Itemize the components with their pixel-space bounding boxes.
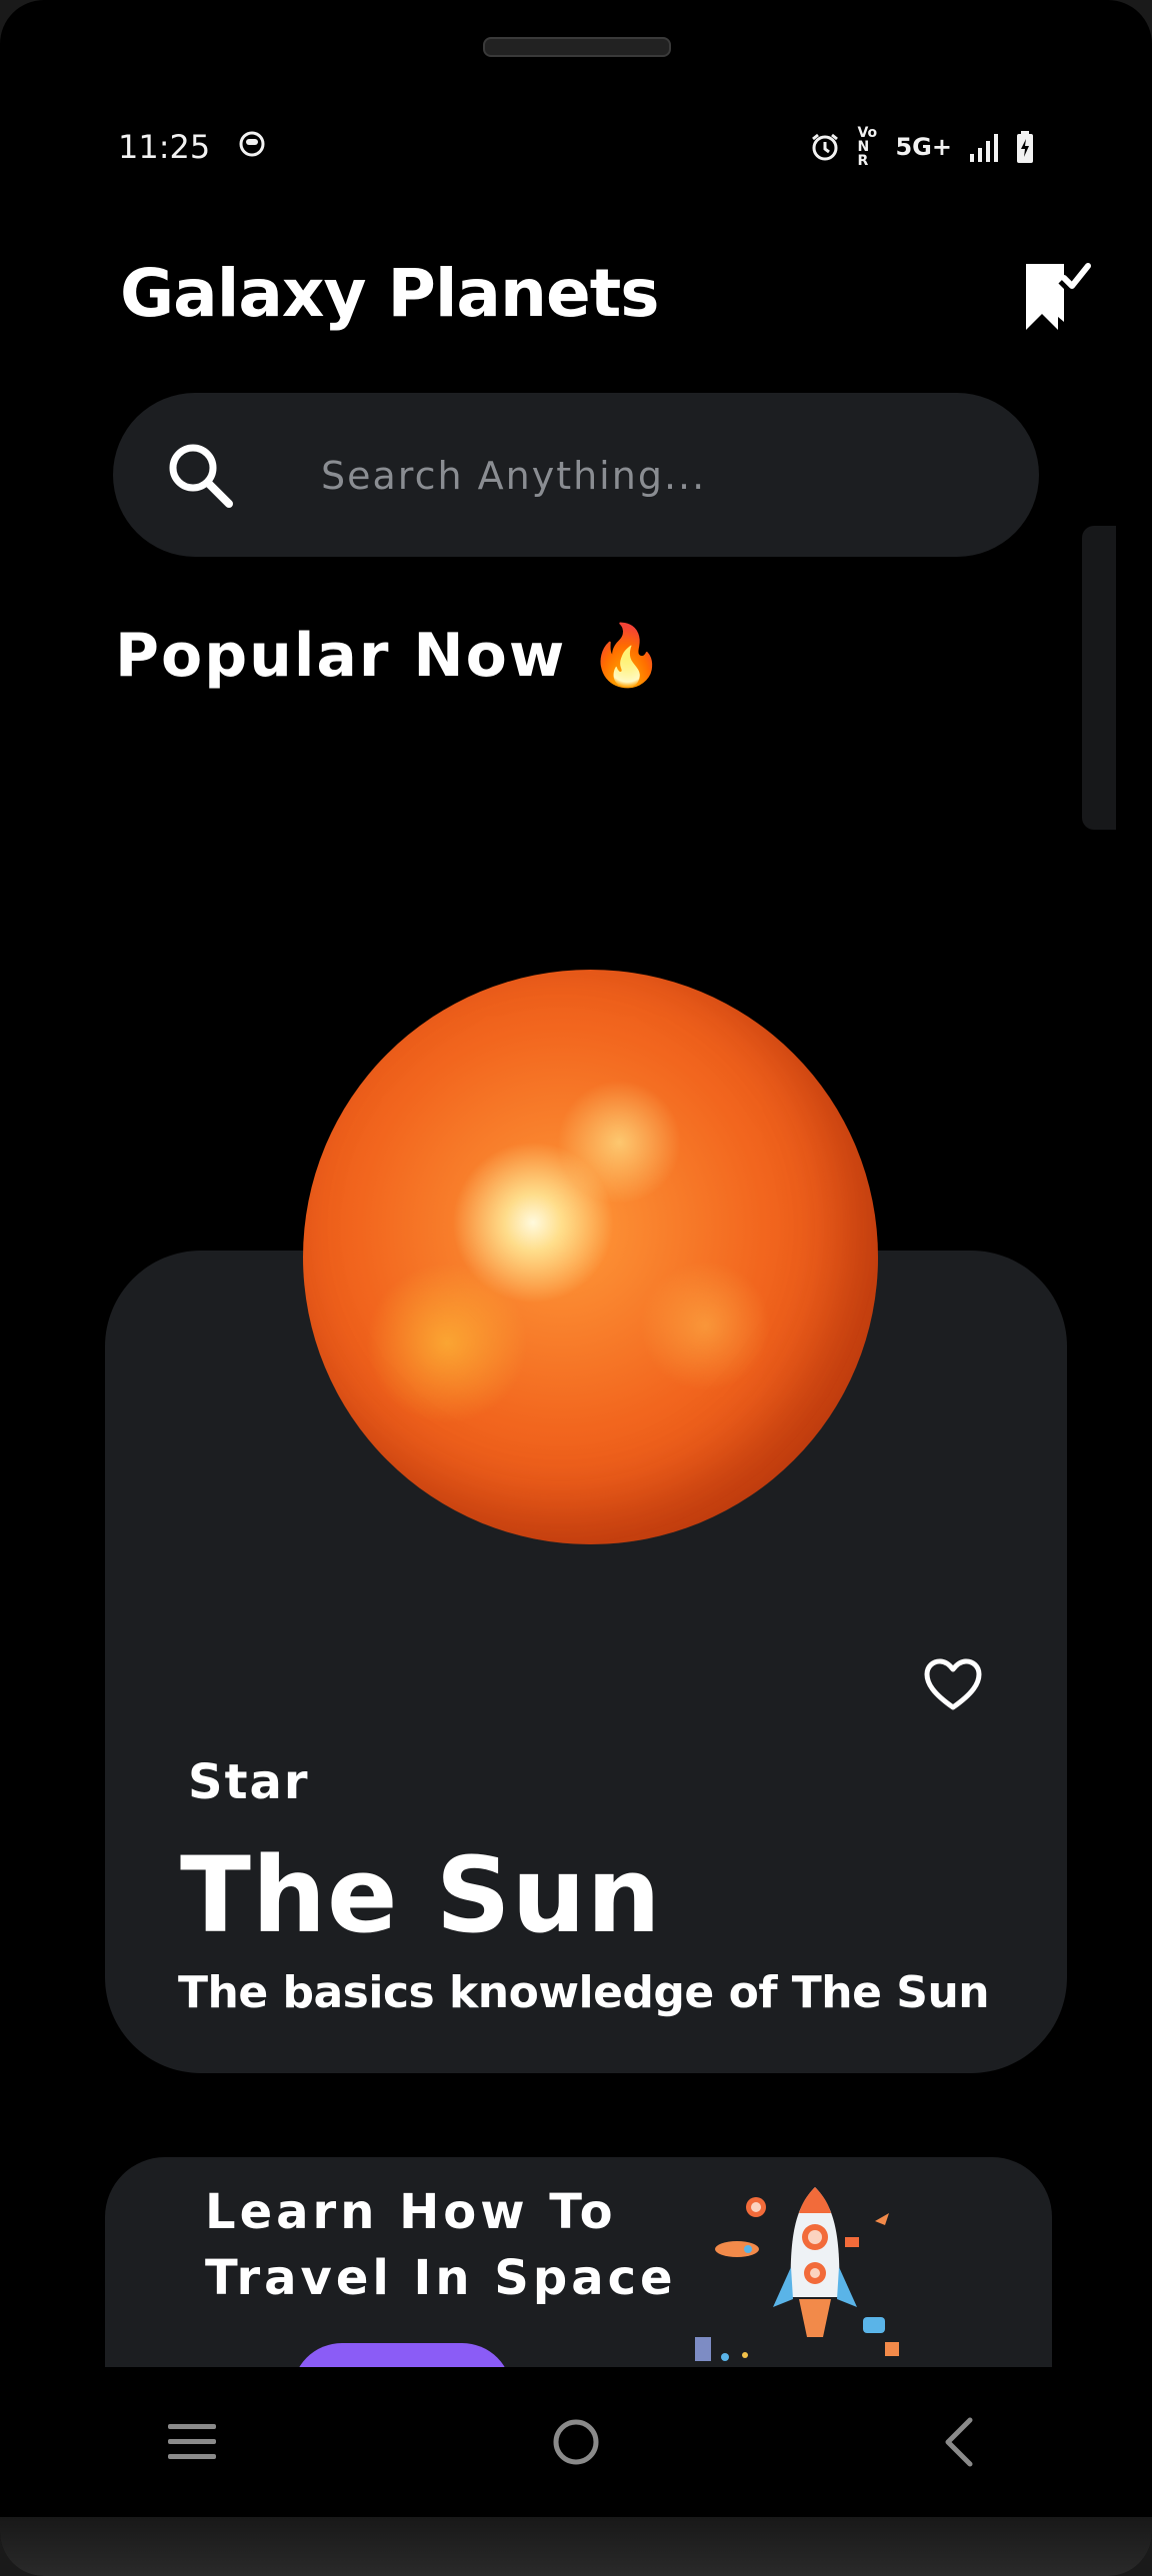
card-title: The Sun: [180, 1834, 662, 1956]
section-title-popular: Popular Now 🔥: [115, 621, 666, 691]
notification-app-icon: [238, 128, 266, 166]
scroll-indicator[interactable]: [1082, 526, 1116, 830]
status-time: 11:25: [118, 128, 211, 166]
phone-screen: 11:25 Vo NR 5G+ Galaxy Planets Search An…: [0, 0, 1152, 2576]
card-category: Star: [188, 1754, 310, 1810]
battery-charging-icon: [1016, 131, 1034, 163]
signal-icon: [968, 132, 1000, 162]
rocket-illustration: [695, 2187, 955, 2391]
search-input[interactable]: [319, 393, 963, 559]
app-title: Galaxy Planets: [120, 255, 660, 332]
heart-outline-icon[interactable]: [923, 1657, 983, 1715]
card-description: The basics knowledge of The Sun: [178, 1967, 990, 2018]
system-nav-bar: [0, 2367, 1152, 2517]
bookmark-check-icon[interactable]: [1022, 258, 1096, 330]
search-icon[interactable]: [163, 438, 239, 518]
status-bar: 11:25 Vo NR 5G+: [118, 122, 1034, 172]
sun-planet-image[interactable]: [303, 970, 878, 1544]
search-bar[interactable]: [113, 393, 1039, 559]
home-icon[interactable]: [516, 2382, 636, 2502]
back-icon[interactable]: [900, 2382, 1020, 2502]
menu-icon[interactable]: [132, 2382, 252, 2502]
earpiece-speaker: [483, 37, 671, 57]
network-type: 5G+: [895, 133, 952, 161]
alarm-icon: [809, 131, 841, 163]
promo-title: Learn How To Travel In Space: [205, 2184, 677, 2306]
phone-bottom-bezel: [0, 2517, 1152, 2576]
volte-icon: Vo NR: [857, 125, 878, 169]
